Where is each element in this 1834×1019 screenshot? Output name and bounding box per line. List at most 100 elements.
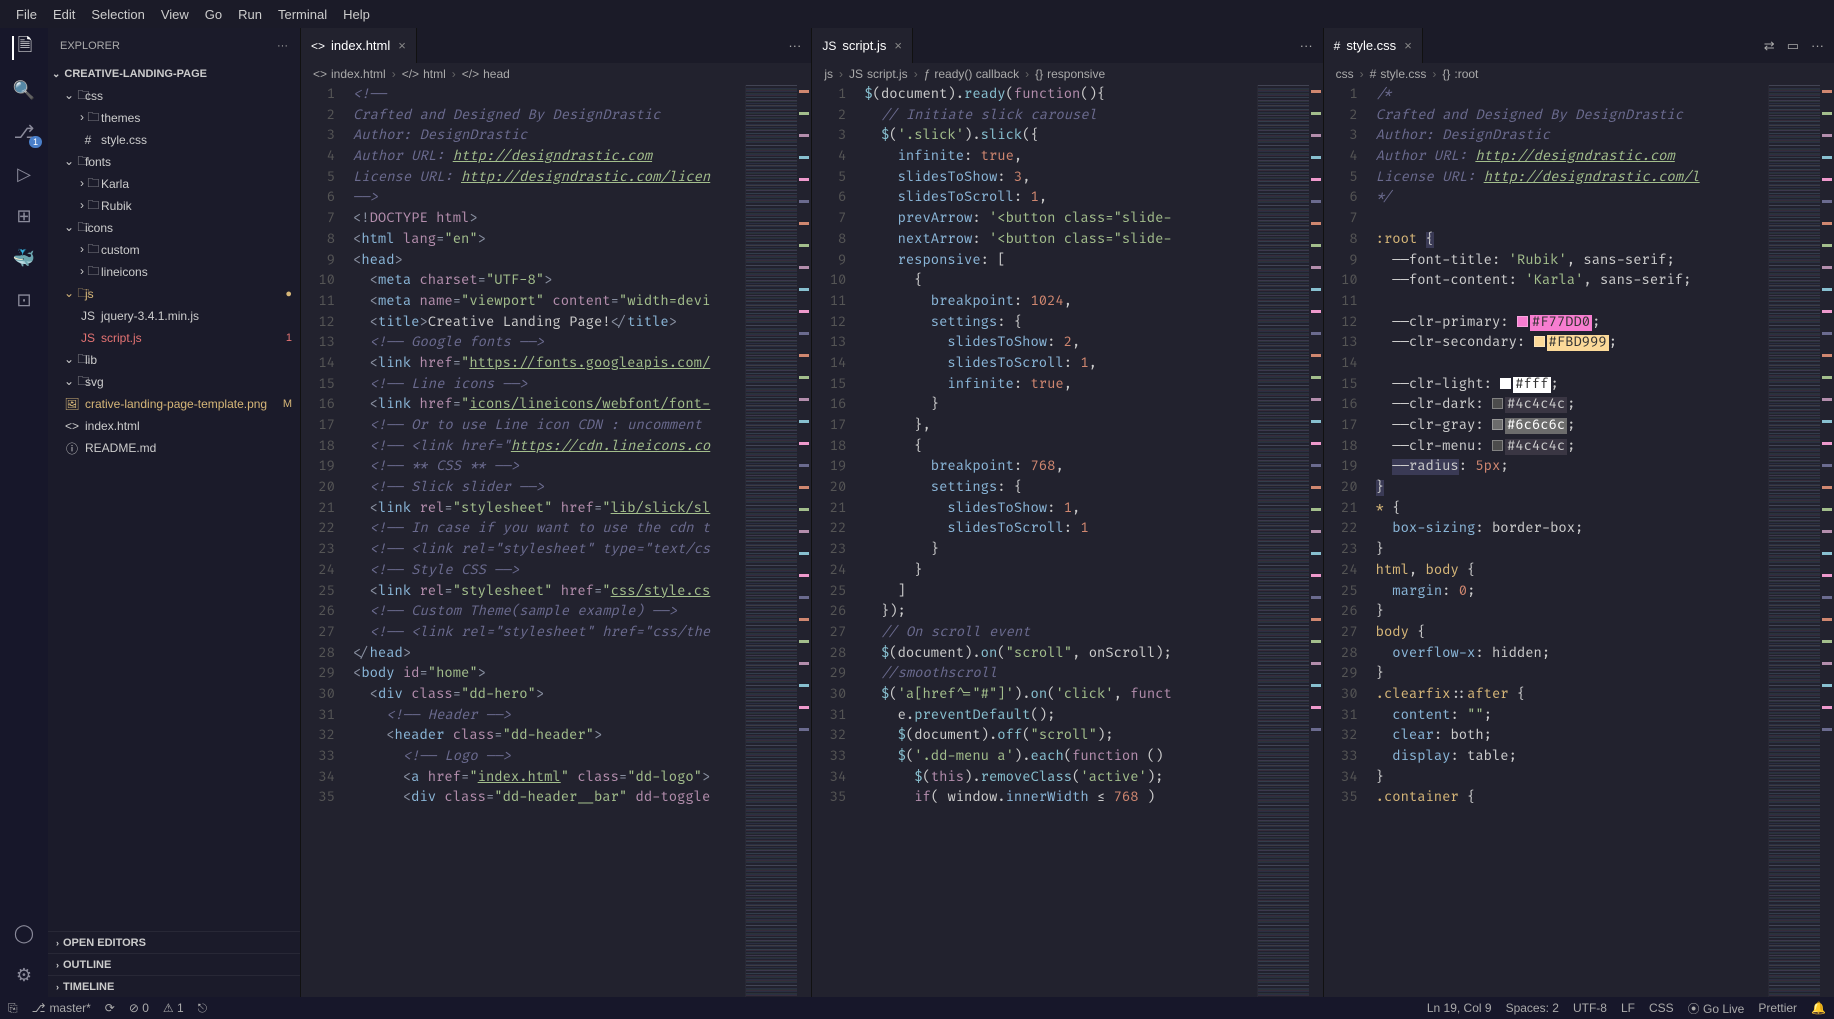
- breadcrumbs[interactable]: css›#style.css›{}:root: [1324, 63, 1834, 85]
- explorer-icon[interactable]: 🗎: [12, 36, 36, 60]
- editor-action-icon[interactable]: ⇄: [1764, 38, 1775, 54]
- remote-indicator[interactable]: ⎘: [8, 1001, 18, 1016]
- line-numbers: 1234567891011121314151617181920212223242…: [812, 85, 864, 997]
- breadcrumb-item[interactable]: <>index.html: [313, 67, 386, 81]
- close-icon[interactable]: ×: [894, 38, 902, 53]
- search-icon[interactable]: 🔍: [12, 78, 36, 102]
- cursor-position[interactable]: Ln 19, Col 9: [1427, 1001, 1492, 1015]
- folder-icon: ⌄ 🗀: [64, 350, 80, 371]
- git-branch[interactable]: ⎇master*: [32, 1001, 91, 1015]
- minimap[interactable]: [1768, 85, 1820, 997]
- activity-bar: 🗎 🔍 ⎇1 ▷ ⊞ 🐳 ⊡ ◯ ⚙: [0, 28, 48, 997]
- breadcrumb-item[interactable]: js: [824, 67, 833, 81]
- editor-action-icon[interactable]: ···: [1300, 38, 1313, 53]
- menu-terminal[interactable]: Terminal: [270, 3, 335, 26]
- file-index-html[interactable]: <>index.html: [48, 415, 300, 437]
- code-content[interactable]: $(document).ready(function(){ // Initiat…: [864, 85, 1256, 997]
- folder-custom[interactable]: › 🗀custom: [48, 239, 300, 261]
- encoding[interactable]: UTF-8: [1573, 1001, 1607, 1015]
- folder-karla[interactable]: › 🗀Karla: [48, 173, 300, 195]
- section-outline[interactable]: ›OUTLINE: [48, 953, 300, 975]
- editor-action-icon[interactable]: ▭: [1787, 38, 1799, 54]
- folder-icons[interactable]: ⌄ 🗀icons: [48, 217, 300, 239]
- remote-icon[interactable]: ⊡: [12, 288, 36, 312]
- overview-ruler[interactable]: [1820, 85, 1834, 997]
- scm-icon[interactable]: ⎇1: [12, 120, 36, 144]
- go-live[interactable]: ⦿ Go Live: [1688, 1000, 1745, 1017]
- breadcrumb-item[interactable]: </>head: [462, 67, 510, 81]
- tab-style-css[interactable]: #style.css×: [1324, 28, 1423, 63]
- file-label: icons: [85, 221, 113, 235]
- problems-warnings[interactable]: ⚠ 1: [163, 1001, 184, 1015]
- eol[interactable]: LF: [1621, 1001, 1635, 1015]
- folder-themes[interactable]: › 🗀themes: [48, 107, 300, 129]
- file-style-css[interactable]: #style.css: [48, 129, 300, 151]
- menu-selection[interactable]: Selection: [83, 3, 152, 26]
- extensions-icon[interactable]: ⊞: [12, 204, 36, 228]
- indent-setting[interactable]: Spaces: 2: [1506, 1001, 1559, 1015]
- menu-help[interactable]: Help: [335, 3, 378, 26]
- folder-css[interactable]: ⌄ 🗀css: [48, 85, 300, 107]
- code-editor[interactable]: 1234567891011121314151617181920212223242…: [301, 85, 811, 997]
- menu-file[interactable]: File: [8, 3, 45, 26]
- problems-errors[interactable]: ⊘ 0: [129, 1001, 149, 1015]
- settings-gear-icon[interactable]: ⚙: [12, 963, 36, 987]
- code-content[interactable]: /*Crafted and Designed By DesignDrasticA…: [1376, 85, 1768, 997]
- menu-go[interactable]: Go: [197, 3, 230, 26]
- breadcrumbs[interactable]: <>index.html›</>html›</>head: [301, 63, 811, 85]
- menu-edit[interactable]: Edit: [45, 3, 83, 26]
- account-icon[interactable]: ◯: [12, 921, 36, 945]
- overview-ruler[interactable]: [1309, 85, 1323, 997]
- close-icon[interactable]: ×: [398, 38, 406, 53]
- menu-run[interactable]: Run: [230, 3, 270, 26]
- prettier[interactable]: Prettier: [1758, 1001, 1797, 1015]
- breadcrumb-item[interactable]: css: [1336, 67, 1354, 81]
- file-icon: ⓘ: [64, 440, 80, 457]
- code-content[interactable]: <!——Crafted and Designed By DesignDrasti…: [353, 85, 745, 997]
- overview-ruler[interactable]: [797, 85, 811, 997]
- tab-index-html[interactable]: <>index.html×: [301, 28, 417, 63]
- breadcrumbs[interactable]: js›JSscript.js›ƒready() callback›{}respo…: [812, 63, 1322, 85]
- code-editor[interactable]: 1234567891011121314151617181920212223242…: [1324, 85, 1834, 997]
- file-script-js[interactable]: JSscript.js1: [48, 327, 300, 349]
- folder-svg[interactable]: ⌄ 🗀svg: [48, 371, 300, 393]
- minimap[interactable]: [1257, 85, 1309, 997]
- breadcrumb-item[interactable]: #style.css: [1370, 67, 1427, 81]
- folder-fonts[interactable]: ⌄ 🗀fonts: [48, 151, 300, 173]
- breadcrumb-item[interactable]: {}:root: [1442, 67, 1478, 81]
- docker-icon[interactable]: 🐳: [12, 246, 36, 270]
- editor-group-1: JSscript.js×···js›JSscript.js›ƒready() c…: [811, 28, 1322, 997]
- code-editor[interactable]: 1234567891011121314151617181920212223242…: [812, 85, 1322, 997]
- project-header[interactable]: ⌄ CREATIVE-LANDING-PAGE: [48, 63, 300, 85]
- editor-action-icon[interactable]: ···: [788, 38, 801, 53]
- section-timeline[interactable]: ›TIMELINE: [48, 975, 300, 997]
- editor-action-icon[interactable]: ···: [1811, 38, 1824, 54]
- folder-icon: › 🗀: [80, 240, 96, 261]
- notifications-bell-icon[interactable]: 🔔: [1811, 1001, 1826, 1015]
- minimap[interactable]: [745, 85, 797, 997]
- close-icon[interactable]: ×: [1404, 38, 1412, 53]
- ports[interactable]: ⎋: [198, 1001, 208, 1016]
- file-jquery-3-4-1-min-js[interactable]: JSjquery-3.4.1.min.js: [48, 305, 300, 327]
- language-mode[interactable]: CSS: [1649, 1001, 1674, 1015]
- section-open-editors[interactable]: ›OPEN EDITORS: [48, 931, 300, 953]
- breadcrumb-item[interactable]: JSscript.js: [849, 67, 908, 81]
- folder-lineicons[interactable]: › 🗀lineicons: [48, 261, 300, 283]
- menu-view[interactable]: View: [153, 3, 197, 26]
- breadcrumb-item[interactable]: {}responsive: [1035, 67, 1105, 81]
- folder-js[interactable]: ⌄ 🗀js●: [48, 283, 300, 305]
- folder-icon: ⌄ 🗀: [64, 372, 80, 393]
- git-sync[interactable]: ⟳: [105, 1001, 115, 1015]
- tabs-bar: <>index.html× ···: [301, 28, 811, 63]
- folder-rubik[interactable]: › 🗀Rubik: [48, 195, 300, 217]
- breadcrumb-item[interactable]: </>html: [402, 67, 446, 81]
- debug-icon[interactable]: ▷: [12, 162, 36, 186]
- tab-script-js[interactable]: JSscript.js×: [812, 28, 913, 63]
- file-crative-landing-page-template-png[interactable]: 🖼crative-landing-page-template.pngM: [48, 393, 300, 415]
- sidebar-more-icon[interactable]: ···: [277, 40, 288, 52]
- branch-icon: ⎇: [32, 1001, 46, 1015]
- folder-icon: › 🗀: [80, 108, 96, 129]
- breadcrumb-item[interactable]: ƒready() callback: [924, 67, 1019, 81]
- folder-lib[interactable]: ⌄ 🗀lib: [48, 349, 300, 371]
- file-readme-md[interactable]: ⓘREADME.md: [48, 437, 300, 459]
